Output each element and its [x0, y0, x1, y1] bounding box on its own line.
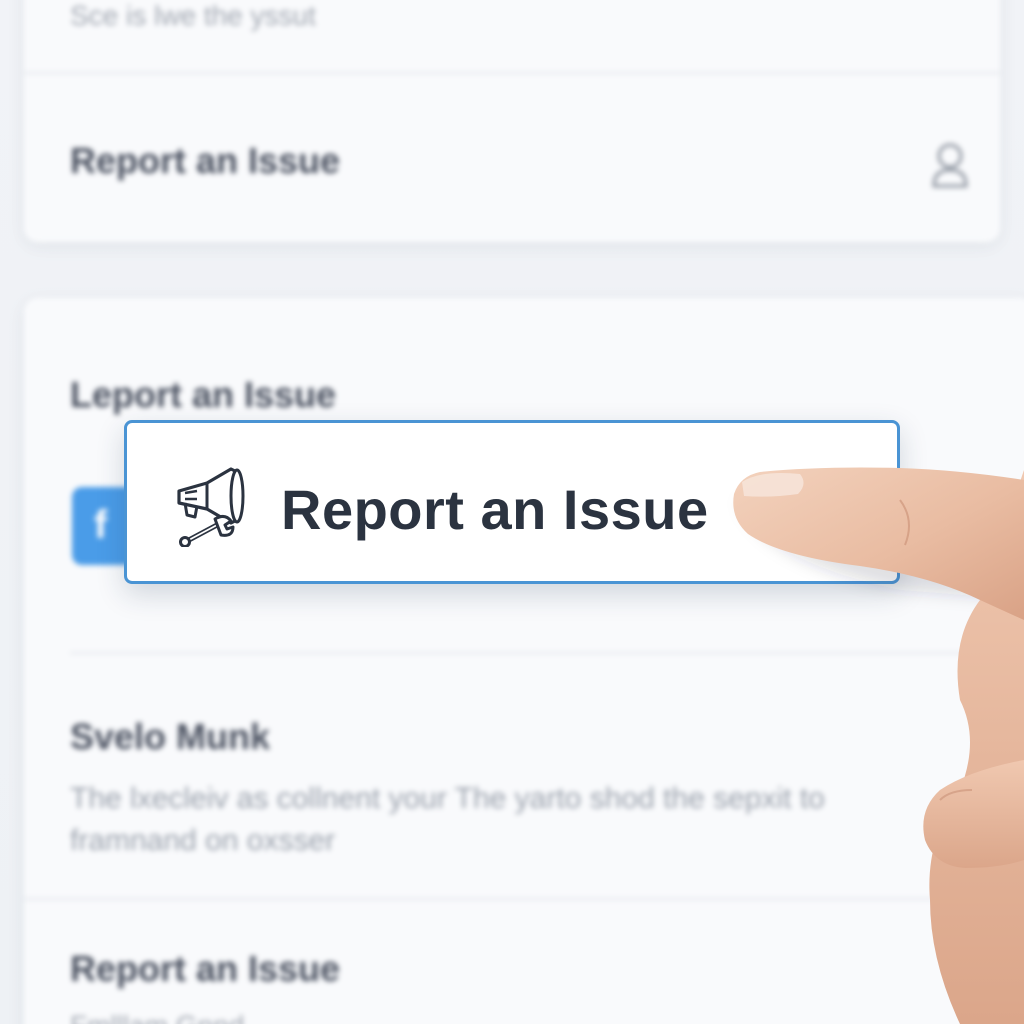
divider	[24, 72, 1000, 74]
main-card: Leport an Issue Svelo Munk Report an Iss…	[24, 298, 1024, 1024]
divider	[24, 898, 1024, 900]
divider	[70, 652, 970, 654]
info-title: Svelo Munk	[70, 716, 271, 757]
top-card-partial-text: Sce is lwe the yssut	[70, 0, 316, 31]
info-text: The lxecleiv as collnent your The yarto …	[70, 782, 825, 857]
report-issue-button[interactable]: Report an Issue	[124, 420, 900, 584]
megaphone-wrench-icon	[177, 467, 245, 547]
chip-glyph: f	[94, 503, 108, 547]
report-issue-button-label: Report an Issue	[281, 478, 709, 541]
screen: Sce is lwe the yssut Report an Issue Lep…	[0, 0, 1024, 1024]
report-issue-row-title[interactable]: Report an Issue	[70, 140, 340, 182]
bottom-report-issue-title[interactable]: Report an Issue	[70, 948, 340, 990]
top-card: Sce is lwe the yssut Report an Issue	[24, 0, 1000, 242]
user-icon[interactable]	[930, 140, 970, 190]
section-title: Leport an Issue	[70, 374, 337, 415]
bottom-partial-text: Fmlllam Gnnd	[70, 1010, 244, 1024]
